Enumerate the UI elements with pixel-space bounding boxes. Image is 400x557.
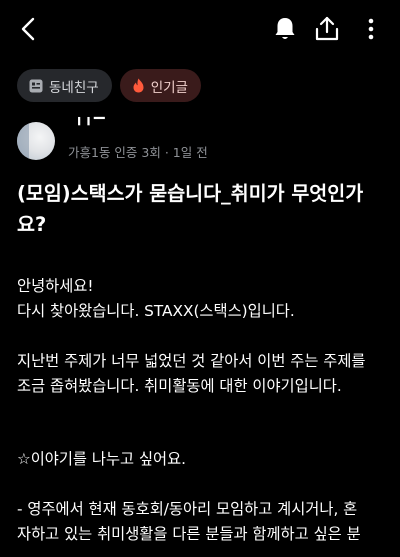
more-options-button[interactable] <box>356 14 386 44</box>
back-button[interactable] <box>14 14 44 44</box>
post-body: 안녕하세요! 다시 찾아왔습니다. STAXX(스택스)입니다. 지난번 주제가… <box>17 274 387 547</box>
chip-popular[interactable]: 인기글 <box>119 69 201 102</box>
author-name[interactable]: ╹╹▔ <box>75 118 106 134</box>
body-line: 다시 찾아왔습니다. STAXX(스택스)입니다. <box>17 302 295 320</box>
body-line: 조금 좁혀봤습니다. 취미활동에 대한 이야기입니다. <box>17 377 342 395</box>
body-line: 자하고 있는 취미생활을 다른 분들과 함께하고 싶은 분 <box>17 525 361 543</box>
share-button[interactable] <box>312 14 342 44</box>
body-line: 지난번 주제가 너무 넓었던 것 같아서 이번 주는 주제를 <box>17 352 366 370</box>
body-line: 안녕하세요! <box>17 277 94 295</box>
bell-icon <box>275 18 295 39</box>
chevron-left-icon <box>21 17 35 41</box>
avatar[interactable] <box>17 122 55 160</box>
top-bar <box>0 0 400 58</box>
notification-button[interactable] <box>270 14 300 44</box>
chip-label: 동네친구 <box>49 79 99 96</box>
community-icon <box>29 79 43 93</box>
body-line: - 영주에서 현재 동호회/동아리 모임하고 계시거나, 혼 <box>17 500 358 518</box>
author-meta: 가흥1동 인증 3회 · 1일 전 <box>68 145 208 160</box>
fire-icon <box>132 78 145 93</box>
author-info[interactable]: ╹╹▔ 가흥1동 인증 3회 · 1일 전 <box>17 118 387 164</box>
chip-neighborhood-friends[interactable]: 동네친구 <box>17 69 112 102</box>
post-detail-screen: 동네친구 인기글 ╹╹▔ 가흥1동 인증 3회 · 1일 전 (모임)스택스가 … <box>0 0 400 557</box>
body-line: ☆이야기를 나누고 싶어요. <box>17 450 187 468</box>
chip-label: 인기글 <box>150 79 188 96</box>
share-icon <box>315 16 339 41</box>
post-title: (모임)스택스가 묻습니다_취미가 무엇인가요? <box>17 182 364 236</box>
more-vertical-icon <box>368 18 374 40</box>
category-chips: 동네친구 인기글 <box>17 69 201 102</box>
